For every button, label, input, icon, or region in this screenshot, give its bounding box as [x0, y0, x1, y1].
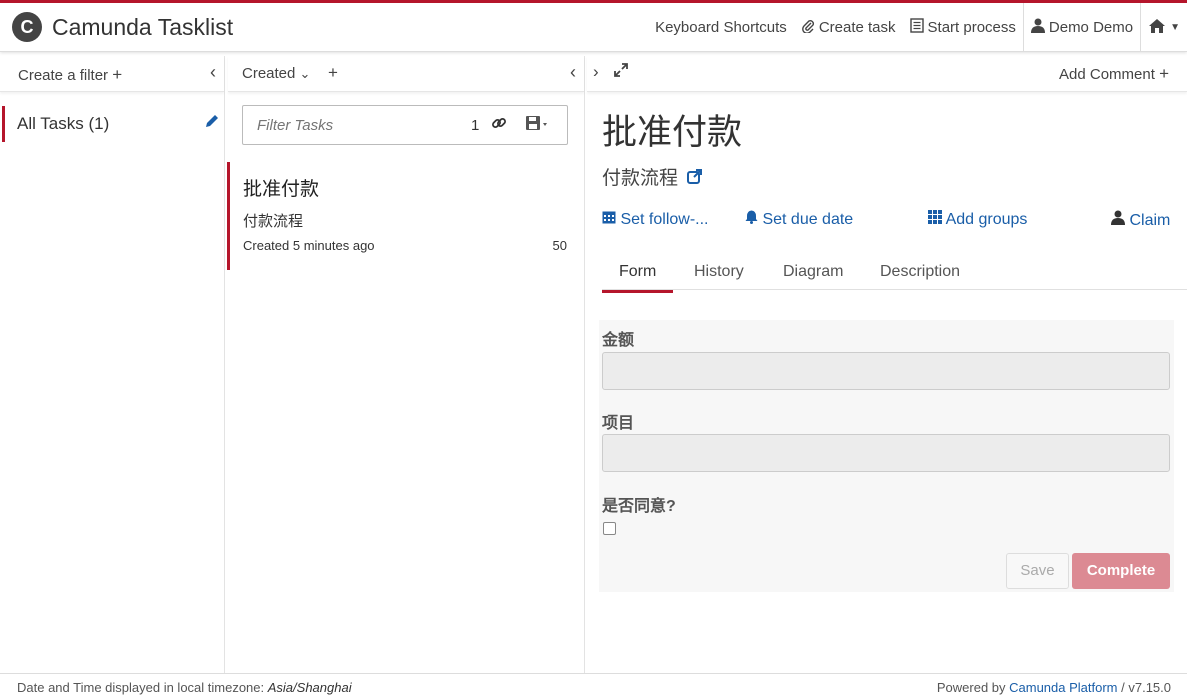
top-navbar: C Camunda Tasklist Keyboard Shortcuts Cr…: [0, 0, 1187, 52]
filter-tasks-input[interactable]: [244, 107, 464, 143]
list-icon: [909, 18, 924, 37]
user-icon: [1030, 18, 1045, 37]
timezone-text: Date and Time displayed in local timezon…: [17, 680, 268, 695]
task-title: 批准付款: [602, 113, 743, 153]
sort-label: Created: [242, 65, 296, 82]
caret-down-icon: ▼: [1170, 22, 1180, 33]
collapse-list-chevron-left-icon[interactable]: ‹: [570, 62, 576, 83]
set-follow-up-label: Set follow-...: [620, 211, 709, 228]
claim-button[interactable]: Claim: [1111, 210, 1170, 230]
home-icon: [1148, 18, 1166, 38]
set-due-date-button[interactable]: Set due date: [745, 210, 853, 229]
sort-dropdown[interactable]: Created ⌄: [242, 65, 310, 82]
link-icon[interactable]: [491, 115, 507, 135]
detail-header-icons: ›: [593, 62, 629, 83]
camunda-logo[interactable]: C: [12, 12, 42, 42]
filter-item-label: All Tasks (1): [17, 114, 110, 133]
user-menu[interactable]: Demo Demo: [1024, 3, 1140, 52]
add-groups-label: Add groups: [945, 211, 1028, 228]
user-icon: [1111, 210, 1129, 229]
filter-item-all-tasks[interactable]: All Tasks (1): [2, 106, 222, 142]
add-sorting-plus-icon[interactable]: +: [328, 63, 338, 83]
maximize-icon[interactable]: [613, 62, 629, 83]
claim-label: Claim: [1129, 212, 1171, 229]
pencil-icon[interactable]: [204, 113, 220, 134]
plus-icon: +: [1159, 64, 1169, 83]
create-filter-label: Create a filter: [18, 67, 109, 84]
task-priority: 50: [552, 238, 567, 253]
tab-form[interactable]: Form: [602, 263, 674, 293]
task-name: 批准付款: [243, 179, 320, 200]
complete-button[interactable]: Complete: [1072, 553, 1170, 589]
task-process-name: 付款流程: [243, 213, 304, 230]
tab-history[interactable]: History: [694, 263, 744, 281]
task-list-item[interactable]: 批准付款 付款流程 Created 5 minutes ago 50: [227, 162, 582, 270]
powered-by: Powered by Camunda Platform / v7.15.0: [937, 680, 1171, 695]
task-count: 1: [471, 117, 480, 134]
task-tabs: Form History Diagram Description: [602, 260, 1187, 293]
collapse-filters-chevron-left-icon[interactable]: ‹: [210, 62, 216, 83]
agree-checkbox-label: 是否同意?: [602, 498, 676, 515]
app-title[interactable]: Camunda Tasklist: [52, 14, 233, 41]
task-actions: Set follow-... Set due date Add groups C…: [602, 210, 1172, 234]
save-button[interactable]: Save: [1006, 553, 1069, 589]
agree-checkbox[interactable]: [603, 522, 616, 535]
paperclip-icon: [801, 19, 815, 37]
task-detail-header: › Add Comment +: [587, 56, 1187, 92]
plus-icon: +: [112, 65, 123, 84]
set-due-date-label: Set due date: [762, 211, 854, 228]
process-name: 付款流程: [602, 168, 679, 189]
start-process-label: Start process: [927, 19, 1016, 36]
amount-field[interactable]: [602, 352, 1170, 390]
keyboard-shortcuts-link[interactable]: Keyboard Shortcuts: [648, 3, 794, 52]
task-detail-panel: › Add Comment + 批准付款 付款流程 Set follow-...: [587, 56, 1187, 673]
amount-field-label: 金额: [602, 332, 635, 349]
save-search-floppy-icon[interactable]: [525, 115, 549, 135]
filters-header: Create a filter + ‹: [0, 56, 224, 92]
footer: Date and Time displayed in local timezon…: [0, 673, 1187, 700]
task-search-box: 1: [242, 105, 568, 145]
external-link-icon: [687, 169, 703, 188]
project-field-label: 项目: [602, 415, 635, 432]
bell-icon: [745, 210, 762, 228]
grid-icon: [928, 210, 946, 228]
add-groups-button[interactable]: Add groups: [928, 210, 1027, 229]
task-created-time: Created 5 minutes ago: [243, 238, 375, 253]
create-task-link[interactable]: Create task: [794, 3, 903, 52]
start-process-link[interactable]: Start process: [903, 3, 1023, 52]
create-task-label: Create task: [818, 19, 896, 36]
task-form: 金额 项目 是否同意? Save Complete: [599, 320, 1174, 592]
create-filter-button[interactable]: Create a filter +: [18, 65, 122, 85]
tab-description[interactable]: Description: [880, 263, 960, 281]
project-field[interactable]: [602, 434, 1170, 472]
timezone-note: Date and Time displayed in local timezon…: [17, 680, 352, 695]
expand-panels-chevron-right-icon[interactable]: ›: [593, 62, 599, 83]
task-list-header: Created ⌄ + ‹: [228, 56, 584, 92]
tab-diagram[interactable]: Diagram: [783, 263, 843, 281]
top-nav-menu: Keyboard Shortcuts Create task Start pro…: [648, 3, 1187, 52]
timezone-value: Asia/Shanghai: [267, 680, 352, 695]
powered-by-text: Powered by: [936, 680, 1010, 695]
user-name: Demo Demo: [1048, 19, 1134, 36]
version-text: / v7.15.0: [1117, 680, 1171, 695]
task-list-panel: Created ⌄ + ‹ 1 批准付款 付款流程 Created 5 minu…: [227, 56, 585, 673]
calendar-icon: [602, 211, 620, 228]
camunda-platform-link[interactable]: Camunda Platform: [1009, 680, 1117, 695]
filters-panel: Create a filter + ‹ All Tasks (1): [0, 56, 225, 673]
set-follow-up-button[interactable]: Set follow-...: [602, 210, 708, 229]
chevron-down-icon: ⌄: [299, 66, 311, 81]
add-comment-label: Add Comment: [1059, 66, 1155, 83]
process-definition-link[interactable]: 付款流程: [602, 163, 703, 190]
add-comment-button[interactable]: Add Comment +: [1059, 64, 1169, 84]
keyboard-shortcuts-label: Keyboard Shortcuts: [655, 19, 787, 36]
home-menu[interactable]: ▼: [1141, 3, 1187, 52]
